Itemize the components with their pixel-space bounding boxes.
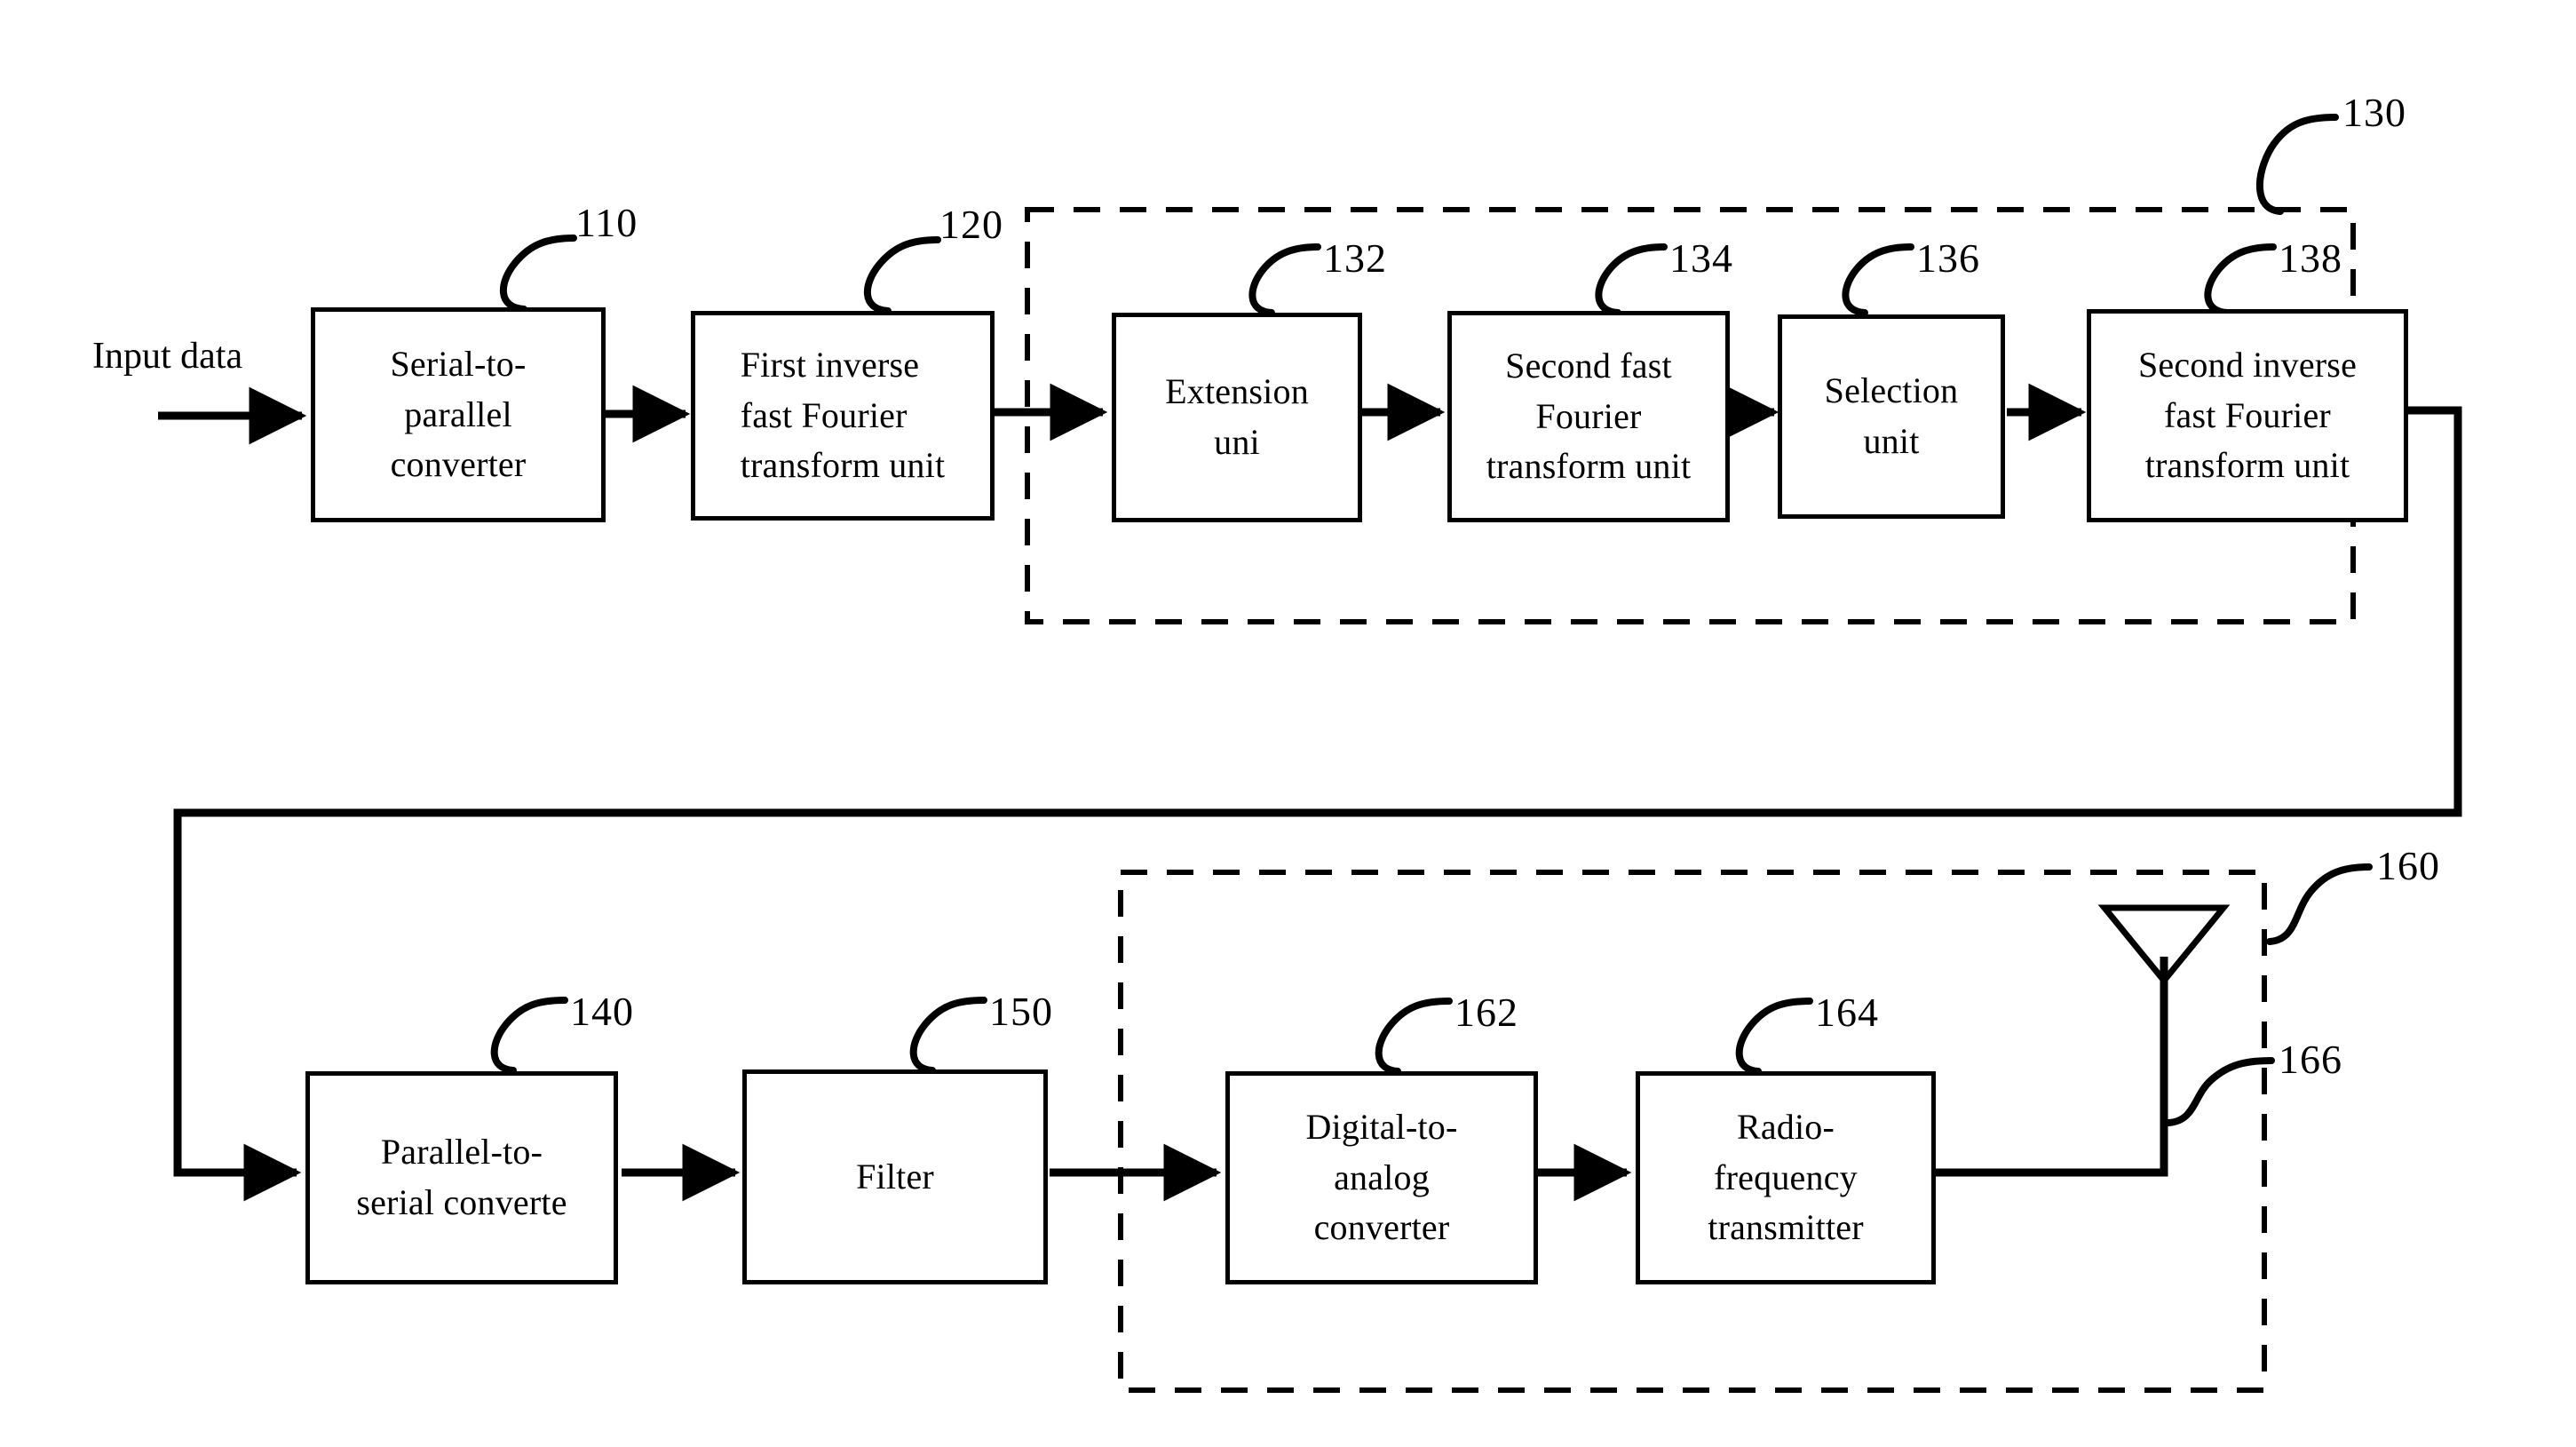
leader-136 bbox=[1842, 243, 1914, 316]
block-136-line2: unit bbox=[1863, 421, 1920, 461]
ref-numeral-160: 160 bbox=[2376, 843, 2440, 888]
block-120-line1: First inverse bbox=[740, 344, 920, 385]
ref-numeral-140: 140 bbox=[570, 989, 634, 1034]
leader-132 bbox=[1248, 243, 1321, 316]
antenna-icon bbox=[2097, 904, 2231, 986]
block-first-inverse-fft-unit: First inverse fast Fourier transform uni… bbox=[691, 311, 995, 521]
leader-120 bbox=[864, 236, 941, 314]
ref-numeral-136: 136 bbox=[1916, 235, 1980, 281]
block-134-line2: Fourier bbox=[1535, 395, 1642, 436]
block-162-line1: Digital-to- bbox=[1305, 1106, 1458, 1147]
leader-150 bbox=[909, 997, 987, 1074]
ref-numeral-132: 132 bbox=[1323, 235, 1387, 281]
block-138-line3: transform unit bbox=[2144, 445, 2350, 486]
block-132-line1: Extension bbox=[1165, 371, 1309, 412]
block-serial-to-parallel-converter: Serial-to- parallel converter bbox=[311, 307, 606, 522]
block-134-line3: transform unit bbox=[1486, 446, 1692, 487]
block-filter: Filter bbox=[742, 1069, 1048, 1284]
ref-numeral-164: 164 bbox=[1815, 990, 1879, 1035]
block-138-line2: fast Fourier bbox=[2164, 394, 2331, 435]
block-132-line2: uni bbox=[1214, 422, 1260, 462]
block-164-line3: transmitter bbox=[1708, 1207, 1864, 1248]
leader-140 bbox=[490, 997, 568, 1074]
block-162-line3: converter bbox=[1313, 1207, 1450, 1248]
input-data-label: Input data bbox=[92, 336, 243, 377]
block-140-line2: serial converte bbox=[356, 1182, 567, 1222]
block-digital-to-analog-converter: Digital-to- analog converter bbox=[1225, 1071, 1538, 1284]
block-140-line1: Parallel-to- bbox=[380, 1132, 543, 1173]
block-110-line1: Serial-to- bbox=[390, 343, 527, 384]
block-110-line3: converter bbox=[390, 444, 527, 485]
block-parallel-to-serial-converter: Parallel-to- serial converte bbox=[305, 1071, 618, 1284]
block-120-line3: transform unit bbox=[740, 445, 946, 486]
block-110-line2: parallel bbox=[404, 394, 512, 434]
block-150-line1: Filter bbox=[856, 1156, 934, 1197]
block-120-line2: fast Fourier bbox=[740, 394, 908, 435]
ref-numeral-150: 150 bbox=[989, 989, 1053, 1034]
block-136-line1: Selection bbox=[1824, 370, 1959, 411]
ref-numeral-134: 134 bbox=[1669, 235, 1733, 281]
leader-164 bbox=[1735, 998, 1813, 1075]
leader-166 bbox=[2165, 1057, 2275, 1126]
figure-canvas: Input data Serial-to- parallel converter… bbox=[0, 0, 2576, 1447]
block-134-line1: Second fast bbox=[1505, 345, 1672, 386]
ref-numeral-166: 166 bbox=[2279, 1037, 2342, 1082]
ref-numeral-138: 138 bbox=[2279, 235, 2342, 281]
ref-numeral-162: 162 bbox=[1454, 990, 1518, 1035]
leader-134 bbox=[1595, 243, 1668, 316]
leader-138 bbox=[2204, 243, 2277, 316]
block-164-line1: Radio- bbox=[1736, 1106, 1835, 1147]
leader-130 bbox=[2255, 114, 2339, 215]
ref-numeral-120: 120 bbox=[939, 202, 1003, 247]
block-selection-unit: Selection unit bbox=[1778, 314, 2005, 519]
block-second-fft-unit: Second fast Fourier transform unit bbox=[1447, 311, 1730, 522]
block-138-line1: Second inverse bbox=[2137, 344, 2358, 385]
leader-110 bbox=[500, 235, 577, 313]
block-radio-frequency-transmitter: Radio- frequency transmitter bbox=[1636, 1071, 1936, 1284]
wire-164-to-antenna bbox=[1936, 957, 2168, 1177]
block-extension-unit: Extension uni bbox=[1112, 313, 1362, 522]
block-second-inverse-fft-unit: Second inverse fast Fourier transform un… bbox=[2087, 309, 2408, 522]
ref-numeral-130: 130 bbox=[2342, 90, 2406, 135]
block-162-line2: analog bbox=[1334, 1157, 1430, 1197]
block-164-line2: frequency bbox=[1714, 1157, 1858, 1197]
leader-160 bbox=[2266, 863, 2373, 945]
leader-162 bbox=[1375, 998, 1453, 1075]
ref-numeral-110: 110 bbox=[575, 200, 638, 245]
wire-138-to-140 bbox=[173, 406, 2462, 1202]
